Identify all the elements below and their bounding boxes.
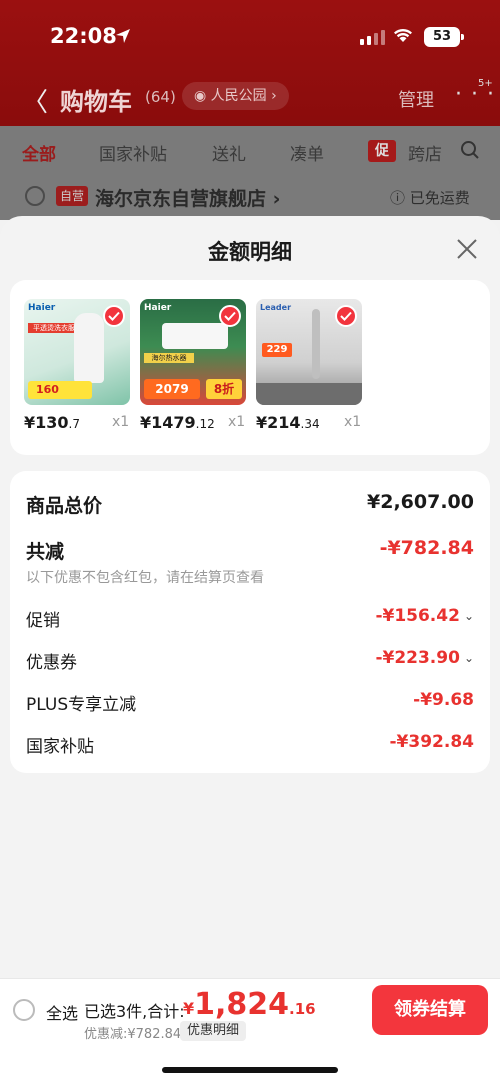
chevron-down-icon: ⌄ <box>463 651 474 665</box>
coupon-row[interactable]: -¥223.90 ⌄ <box>375 648 474 668</box>
product-price: ¥130.7 <box>24 413 80 432</box>
location-selector[interactable]: ◉ 人民公园 › <box>182 82 289 110</box>
tab-bundle[interactable]: 凑单 <box>290 140 324 165</box>
location-arrow-icon <box>116 29 130 43</box>
tab-gift[interactable]: 送礼 <box>212 140 246 165</box>
checkmark-icon <box>335 305 357 327</box>
tab-all[interactable]: 全部 <box>22 140 56 165</box>
total-price: ¥1,824.16 <box>183 987 316 1022</box>
location-label: 人民公园 <box>210 88 267 104</box>
select-all-label[interactable]: 全选 <box>46 1000 78 1024</box>
cellular-signal-icon <box>360 30 385 45</box>
reduction-note: 以下优惠不包含红包，请在结算页查看 <box>26 570 264 586</box>
national-subsidy-label: 国家补贴 <box>26 737 94 757</box>
national-subsidy-value: -¥392.84 <box>389 732 475 752</box>
discount-summary: 优惠减:¥782.84 <box>84 1027 182 1042</box>
subtotal-label: 商品总价 <box>26 495 103 517</box>
battery-indicator: 53 <box>424 27 464 47</box>
product-quantity: x1 <box>112 414 130 430</box>
product-price-tag: 229 <box>262 343 292 357</box>
eye-icon: ◉ <box>194 88 211 104</box>
promotion-row[interactable]: -¥156.42 ⌄ <box>375 606 474 626</box>
tab-cross-store[interactable]: 跨店 <box>408 140 442 165</box>
chevron-right-icon: › <box>266 88 277 104</box>
price-breakdown-card: 商品总价 ¥2,607.00 共减 -¥782.84 以下优惠不包含红包，请在结… <box>10 471 490 773</box>
product-quantity: x1 <box>228 414 246 430</box>
product-image-banner: 平透烫洗衣服 <box>28 323 80 333</box>
cart-header: 〈 购物车 (64) ◉ 人民公园 › 管理 · · · 5+ <box>0 72 500 126</box>
brand-logo: Leader <box>260 303 292 312</box>
product-item[interactable]: Haier 海尔热水器 2079 8折 ¥1479.12 x1 <box>140 299 246 432</box>
select-all-radio[interactable] <box>13 999 35 1021</box>
store-select-radio[interactable] <box>25 186 45 206</box>
promotion-label: 促销 <box>26 611 60 631</box>
sheet-title: 金额明细 <box>208 240 292 264</box>
brand-logo: Haier <box>28 303 56 313</box>
product-price-tag: 160 <box>28 381 92 399</box>
search-icon[interactable] <box>460 140 480 160</box>
plus-discount-label: PLUS专享立减 <box>26 695 137 715</box>
close-icon[interactable] <box>452 234 482 264</box>
product-item[interactable]: Haier 平透烫洗衣服 160 ¥130.7 x1 <box>24 299 130 432</box>
page-title: 购物车 <box>60 88 132 116</box>
subtotal-value: ¥2,607.00 <box>367 491 474 513</box>
store-name[interactable]: 海尔京东自营旗舰店 › <box>95 184 280 211</box>
checkmark-icon <box>103 305 125 327</box>
cart-count: (64) <box>145 88 176 106</box>
checkout-bar: 全选 已选3件,合计: ¥1,824.16 优惠减:¥782.84 优惠明细 领… <box>0 978 500 1083</box>
product-price: ¥1479.12 <box>140 413 215 432</box>
checkout-button[interactable]: 领券结算 <box>372 985 488 1035</box>
promotion-value: -¥156.42 <box>375 606 460 626</box>
coupon-value: -¥223.90 <box>375 648 460 668</box>
filter-tabs: 全部 国家补贴 送礼 凑单 促 跨店 <box>0 126 500 176</box>
promo-badge: 促 <box>368 140 396 162</box>
self-operated-badge: 自营 <box>56 186 89 206</box>
more-badge: 5+ <box>478 78 493 89</box>
status-bar: 22:08 53 <box>0 0 500 72</box>
selected-summary: 已选3件,合计: <box>84 1002 185 1021</box>
manage-button[interactable]: 管理 <box>398 86 434 112</box>
discount-detail-button[interactable]: 优惠明细 <box>180 1021 247 1041</box>
wifi-icon <box>394 28 412 42</box>
product-item[interactable]: Leader 229 ¥214.34 x1 <box>256 299 362 432</box>
store-row: 自营 海尔京东自营旗舰店 › ⓘ 已免运费 <box>0 176 500 220</box>
product-price-tag: 2079 <box>144 379 200 399</box>
total-reduction-label: 共减 <box>26 541 65 563</box>
chevron-down-icon: ⌄ <box>463 609 474 623</box>
total-reduction-value: -¥782.84 <box>379 537 474 559</box>
status-time: 22:08 <box>50 24 117 48</box>
product-image-banner: 海尔热水器 <box>144 353 194 363</box>
tab-national-subsidy[interactable]: 国家补贴 <box>99 140 167 165</box>
plus-discount-value: -¥9.68 <box>413 690 474 710</box>
products-card: Haier 平透烫洗衣服 160 ¥130.7 x1 Haier 海尔热水器 2… <box>10 280 490 455</box>
brand-logo: Haier <box>144 303 172 313</box>
amount-detail-sheet: 金额明细 Haier 平透烫洗衣服 160 ¥130.7 x1 Haier 海尔… <box>0 216 500 1083</box>
home-indicator <box>162 1067 338 1073</box>
checkmark-icon <box>219 305 241 327</box>
free-shipping-label: ⓘ 已免运费 <box>390 189 470 207</box>
product-price: ¥214.34 <box>256 413 320 432</box>
coupon-label: 优惠券 <box>26 653 77 673</box>
product-quantity: x1 <box>344 414 362 430</box>
back-icon[interactable]: 〈 <box>22 82 48 119</box>
